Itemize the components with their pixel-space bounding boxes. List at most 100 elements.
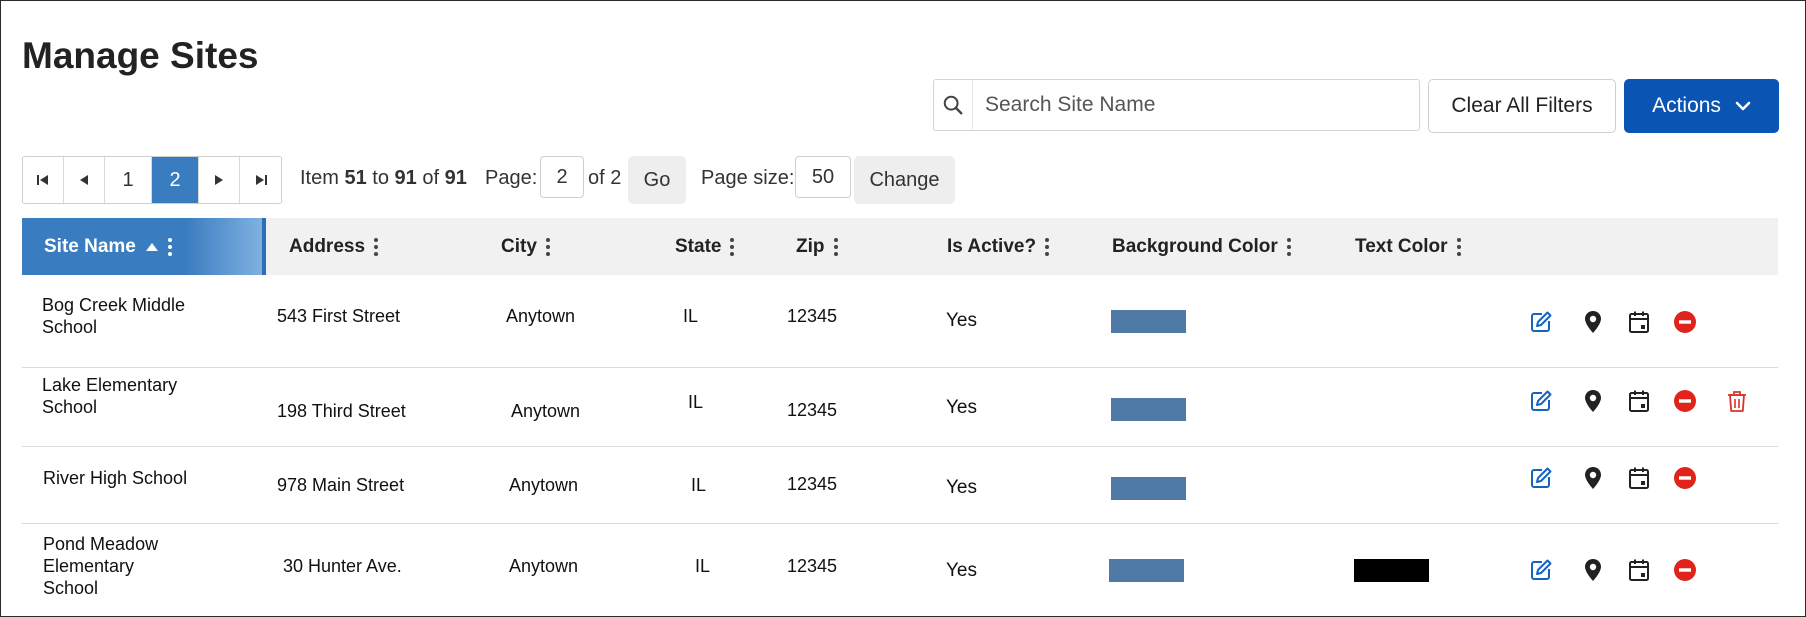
text-color-swatch bbox=[1354, 559, 1429, 582]
next-page-icon bbox=[215, 175, 223, 185]
change-page-size-button[interactable]: Change bbox=[854, 156, 955, 204]
column-header-is-active[interactable]: Is Active? bbox=[947, 218, 1050, 275]
clear-all-filters-button[interactable]: Clear All Filters bbox=[1428, 79, 1616, 133]
column-header-state[interactable]: State bbox=[675, 218, 735, 275]
last-page-button[interactable] bbox=[240, 157, 281, 203]
column-header-background-color[interactable]: Background Color bbox=[1112, 218, 1291, 275]
edit-icon[interactable] bbox=[1527, 556, 1555, 584]
grid-header: Site Name Address City State Zip Is Acti… bbox=[22, 218, 1778, 275]
cell-state: IL bbox=[688, 392, 704, 412]
column-header-site-name[interactable]: Site Name bbox=[22, 218, 266, 275]
manage-sites-page: Manage Sites Clear All Filters Actions 1… bbox=[0, 0, 1806, 617]
map-pin-icon[interactable] bbox=[1579, 387, 1607, 415]
cell-city: Anytown bbox=[509, 475, 579, 495]
column-label: Address bbox=[289, 235, 366, 257]
background-color-swatch bbox=[1111, 310, 1186, 333]
deactivate-icon[interactable] bbox=[1671, 464, 1699, 492]
column-label: Is Active? bbox=[947, 235, 1037, 257]
column-menu-icon[interactable] bbox=[545, 237, 550, 256]
column-label: Background Color bbox=[1112, 235, 1278, 257]
calendar-icon[interactable] bbox=[1625, 464, 1653, 492]
trash-icon[interactable] bbox=[1723, 387, 1751, 415]
column-menu-icon[interactable] bbox=[1286, 237, 1291, 256]
cell-site-name: Bog Creek Middle School bbox=[42, 295, 186, 337]
cell-is-active: Yes bbox=[946, 397, 977, 418]
first-page-icon bbox=[37, 175, 48, 185]
cell-state: IL bbox=[683, 306, 699, 326]
page-title: Manage Sites bbox=[22, 35, 259, 76]
deactivate-icon[interactable] bbox=[1671, 308, 1699, 336]
item-range-text: Item 51 to 91 of 91 bbox=[300, 167, 467, 190]
chevron-down-icon bbox=[1735, 100, 1751, 112]
column-menu-icon[interactable] bbox=[1456, 237, 1461, 256]
next-page-button[interactable] bbox=[199, 157, 240, 203]
page-size-label: Page size: bbox=[701, 167, 795, 189]
deactivate-icon[interactable] bbox=[1671, 556, 1699, 584]
column-header-address[interactable]: Address bbox=[289, 218, 379, 275]
table-row: Pond Meadow Elementary School 30 Hunter … bbox=[22, 524, 1778, 616]
item-total: 91 bbox=[444, 167, 467, 189]
first-page-button[interactable] bbox=[23, 157, 64, 203]
item-of-label: of bbox=[422, 167, 440, 189]
page-button-2[interactable]: 2 bbox=[152, 157, 199, 203]
edit-icon[interactable] bbox=[1527, 464, 1555, 492]
column-label: City bbox=[501, 235, 537, 257]
item-to-label: to bbox=[372, 167, 389, 189]
sort-ascending-icon bbox=[145, 242, 159, 252]
search-icon bbox=[934, 80, 973, 130]
edit-icon[interactable] bbox=[1527, 387, 1555, 415]
go-button[interactable]: Go bbox=[628, 156, 686, 204]
cell-site-name: Pond Meadow Elementary School bbox=[43, 534, 159, 598]
cell-is-active: Yes bbox=[946, 310, 977, 331]
column-header-city[interactable]: City bbox=[501, 218, 550, 275]
cell-zip: 12345 bbox=[787, 474, 838, 494]
page-size-input[interactable] bbox=[795, 156, 851, 198]
previous-page-icon bbox=[80, 175, 88, 185]
table-row: Bog Creek Middle School 543 First Street… bbox=[22, 275, 1778, 368]
map-pin-icon[interactable] bbox=[1579, 556, 1607, 584]
map-pin-icon[interactable] bbox=[1579, 464, 1607, 492]
calendar-icon[interactable] bbox=[1625, 308, 1653, 336]
background-color-swatch bbox=[1111, 398, 1186, 421]
column-header-text-color[interactable]: Text Color bbox=[1355, 218, 1461, 275]
actions-dropdown-button[interactable]: Actions bbox=[1624, 79, 1779, 133]
search-box bbox=[933, 79, 1420, 131]
column-menu-icon[interactable] bbox=[833, 237, 838, 256]
cell-site-name: River High School bbox=[43, 468, 188, 488]
column-label: State bbox=[675, 235, 722, 257]
item-to: 91 bbox=[394, 167, 417, 189]
item-from: 51 bbox=[344, 167, 367, 189]
cell-zip: 12345 bbox=[787, 306, 838, 326]
cell-is-active: Yes bbox=[946, 477, 977, 498]
cell-state: IL bbox=[695, 556, 711, 576]
column-menu-icon[interactable] bbox=[374, 237, 379, 256]
page-number-input[interactable] bbox=[540, 156, 584, 198]
cell-address: 978 Main Street bbox=[277, 475, 405, 495]
column-menu-icon[interactable] bbox=[167, 237, 172, 256]
cell-zip: 12345 bbox=[787, 556, 838, 576]
item-label: Item bbox=[300, 167, 339, 189]
background-color-swatch bbox=[1111, 477, 1186, 500]
actions-button-label: Actions bbox=[1652, 94, 1721, 117]
search-input[interactable] bbox=[973, 80, 1419, 130]
column-header-zip[interactable]: Zip bbox=[796, 218, 838, 275]
column-label: Zip bbox=[796, 235, 825, 257]
page-button-1[interactable]: 1 bbox=[105, 157, 152, 203]
last-page-icon bbox=[255, 175, 267, 185]
cell-state: IL bbox=[691, 475, 707, 495]
deactivate-icon[interactable] bbox=[1671, 387, 1699, 415]
column-menu-icon[interactable] bbox=[730, 237, 735, 256]
previous-page-button[interactable] bbox=[64, 157, 105, 203]
cell-site-name: Lake Elementary School bbox=[42, 375, 178, 417]
calendar-icon[interactable] bbox=[1625, 556, 1653, 584]
calendar-icon[interactable] bbox=[1625, 387, 1653, 415]
cell-is-active: Yes bbox=[946, 560, 977, 581]
cell-address: 30 Hunter Ave. bbox=[283, 556, 402, 576]
map-pin-icon[interactable] bbox=[1579, 308, 1607, 336]
page-label: Page: bbox=[485, 167, 538, 189]
column-menu-icon[interactable] bbox=[1045, 237, 1050, 256]
edit-icon[interactable] bbox=[1527, 308, 1555, 336]
cell-address: 543 First Street bbox=[277, 306, 401, 326]
table-row: Lake Elementary School 198 Third Street … bbox=[22, 368, 1778, 447]
cell-city: Anytown bbox=[506, 306, 576, 326]
